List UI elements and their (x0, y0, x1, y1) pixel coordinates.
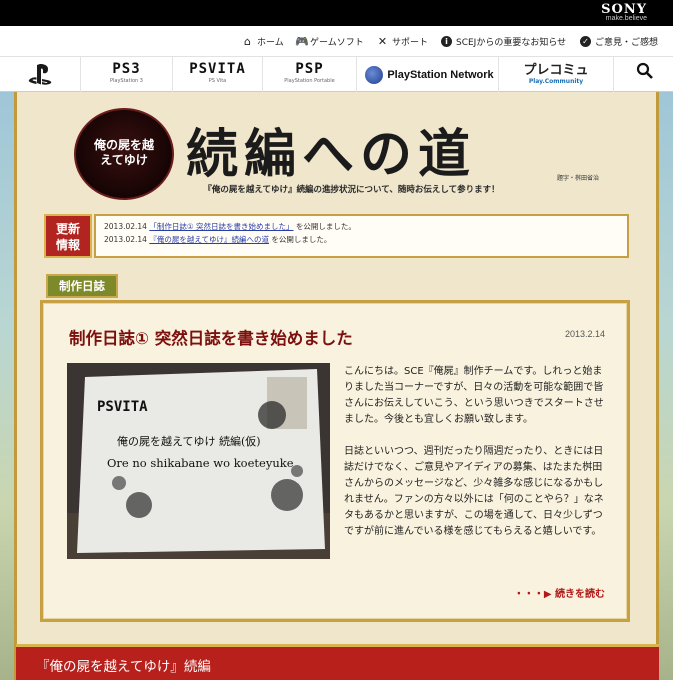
nav-ps3-sub: PlayStation 3 (110, 78, 143, 84)
emblem-text: 俺の屍を越えてゆけ (93, 138, 154, 167)
series-banner-title[interactable]: 『俺の屍を越えてゆけ』続編 (36, 655, 211, 675)
gamepad-icon: 🎮 (295, 35, 309, 48)
search-icon[interactable] (636, 62, 654, 80)
title-credit: 題字・桝田省治 (557, 175, 600, 182)
article-date: 2013.2.14 (564, 329, 605, 339)
nav-psn-label: PlayStation Network (387, 69, 494, 81)
nav-psp-sub: PlayStation Portable (284, 78, 335, 84)
article-title[interactable]: 制作日誌① 突然日誌を書き始めました (69, 325, 353, 349)
tools-icon: ✕ (377, 35, 388, 48)
playstation-logo-icon[interactable] (28, 64, 52, 86)
psn-icon (365, 66, 383, 84)
nav-psvita[interactable]: PSVITA PS Vita (172, 57, 262, 93)
platform-nav: PS3 PlayStation 3 PSVITA PS Vita PSP Pla… (0, 56, 673, 93)
update-link[interactable]: 『俺の屍を越えてゆけ』続編への道 (149, 235, 269, 244)
photo-illustration: PSVITA 俺の屍を越えてゆけ 続編(仮) Ore no shikabane … (67, 363, 330, 559)
article-paragraph: 日誌といいつつ、週刊だったり隔週だったり、ときには日誌だけでなく、ご意見やアイデ… (344, 446, 604, 537)
nav-psvita-sub: PS Vita (208, 78, 227, 84)
update-item: 2013.02.14 『俺の屍を越えてゆけ』続編への道 を公開しました。 (104, 233, 619, 246)
nav-precommu-sub: Play.Community (528, 78, 584, 85)
update-suffix: を公開しました。 (271, 235, 332, 244)
article-photo: PSVITA 俺の屍を越えてゆけ 続編(仮) Ore no shikabane … (67, 363, 330, 559)
nav-precommu[interactable]: プレコミュ Play.Community (498, 57, 614, 93)
nav-psvita-label: PSVITA (189, 61, 246, 77)
section-tab-diary: 制作日誌 (46, 274, 118, 298)
nav-ps3[interactable]: PS3 PlayStation 3 (80, 57, 172, 93)
photo-title: 俺の屍を越えてゆけ 続編(仮) (117, 434, 261, 448)
read-more-link[interactable]: ・・・▶ 続きを読む (514, 585, 605, 600)
util-feedback[interactable]: ✓ ご意見・ご感想 (580, 35, 658, 48)
nav-psp-label: PSP (295, 61, 324, 77)
update-item: 2013.02.14 「制作日誌① 突然日誌を書き始めました」 を公開しました。 (104, 220, 619, 233)
util-games[interactable]: 🎮 ゲームソフト (295, 35, 364, 48)
util-notice[interactable]: i SCEJからの重要なお知らせ (441, 35, 566, 48)
series-banner: 『俺の屍を越えてゆけ』続編 (16, 644, 659, 680)
util-support-label: サポート (392, 38, 429, 48)
util-home[interactable]: ⌂ ホーム (242, 35, 284, 48)
update-suffix: を公開しました。 (295, 222, 356, 231)
utility-nav: ⌂ ホーム 🎮 ゲームソフト ✕ サポート i SCEJからの重要なお知らせ ✓… (0, 26, 673, 56)
sony-tagline: make.believe (605, 15, 647, 22)
util-feedback-label: ご意見・ご感想 (595, 38, 659, 48)
nav-psn[interactable]: PlayStation Network (356, 57, 498, 93)
nav-precommu-label: プレコミュ (523, 63, 589, 78)
article-body: こんにちは。SCE『俺屍』制作チームです。しれっと始まりました当コーナーですが、… (344, 364, 612, 556)
util-home-label: ホーム (257, 38, 284, 48)
photo-brand: PSVITA (97, 399, 148, 415)
photo-romaji: Ore no shikabane wo koeteyuke (107, 456, 294, 470)
site-subtitle: 『俺の屍を越えてゆけ』続編の進捗状況について、随時お伝えして参ります！ (203, 185, 500, 195)
check-icon: ✓ (580, 36, 591, 47)
updates-box: 2013.02.14 「制作日誌① 突然日誌を書き始めました」 を公開しました。… (94, 214, 629, 258)
util-notice-label: SCEJからの重要なお知らせ (456, 38, 567, 48)
home-icon: ⌂ (244, 35, 251, 48)
nav-psp[interactable]: PSP PlayStation Portable (262, 57, 356, 93)
update-date: 2013.02.14 (104, 235, 147, 244)
site-title: 続編への道 (186, 124, 477, 185)
article-card: 制作日誌① 突然日誌を書き始めました 2013.2.14 PSVITA 俺の屍を… (40, 300, 630, 622)
updates-label-text: 更新情報 (55, 222, 80, 252)
update-link[interactable]: 「制作日誌① 突然日誌を書き始めました」 (149, 222, 293, 231)
util-games-label: ゲームソフト (310, 38, 364, 48)
info-icon: i (441, 36, 452, 47)
sony-bar: SONY make.believe (0, 0, 673, 26)
nav-ps3-label: PS3 (112, 61, 141, 77)
article-paragraph: こんにちは。SCE『俺屍』制作チームです。しれっと始まりました当コーナーですが、… (344, 366, 604, 425)
util-support[interactable]: ✕ サポート (377, 35, 428, 48)
updates-label: 更新情報 (44, 214, 92, 258)
update-date: 2013.02.14 (104, 222, 147, 231)
